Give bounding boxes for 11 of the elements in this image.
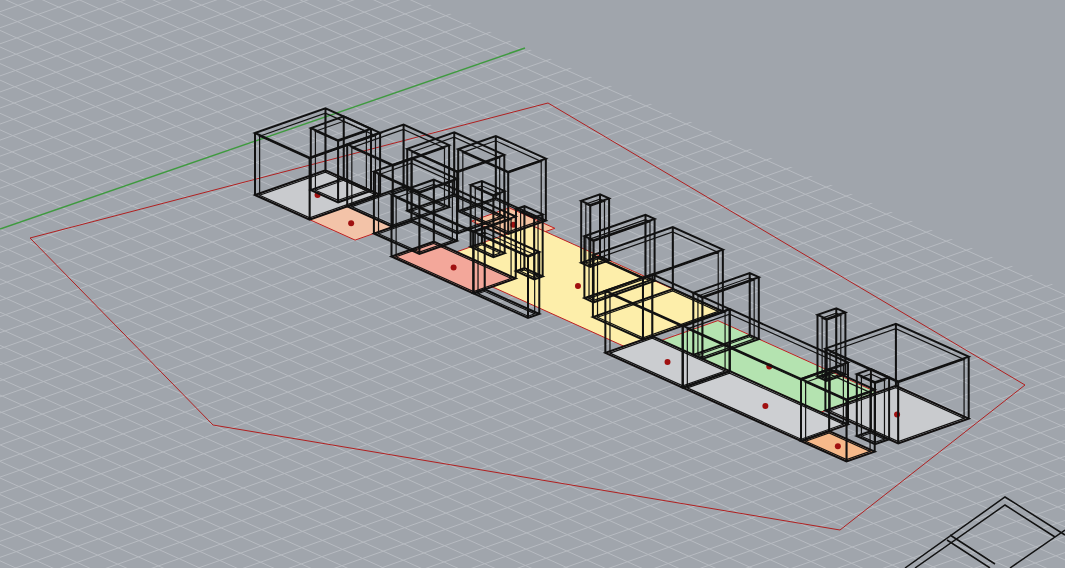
room-tag-icon <box>664 359 671 366</box>
3d-viewport[interactable] <box>0 0 1065 568</box>
room-tag-icon <box>894 411 901 418</box>
room-tag-icon <box>766 363 773 370</box>
room-tag-icon <box>348 220 355 227</box>
room-tag-icon <box>834 443 841 450</box>
room-tag-icon <box>762 403 769 410</box>
room-tag-icon <box>574 282 581 289</box>
room-tag-icon <box>510 221 517 228</box>
room-tag-icon <box>450 264 457 271</box>
room-tag-icon <box>314 191 321 198</box>
